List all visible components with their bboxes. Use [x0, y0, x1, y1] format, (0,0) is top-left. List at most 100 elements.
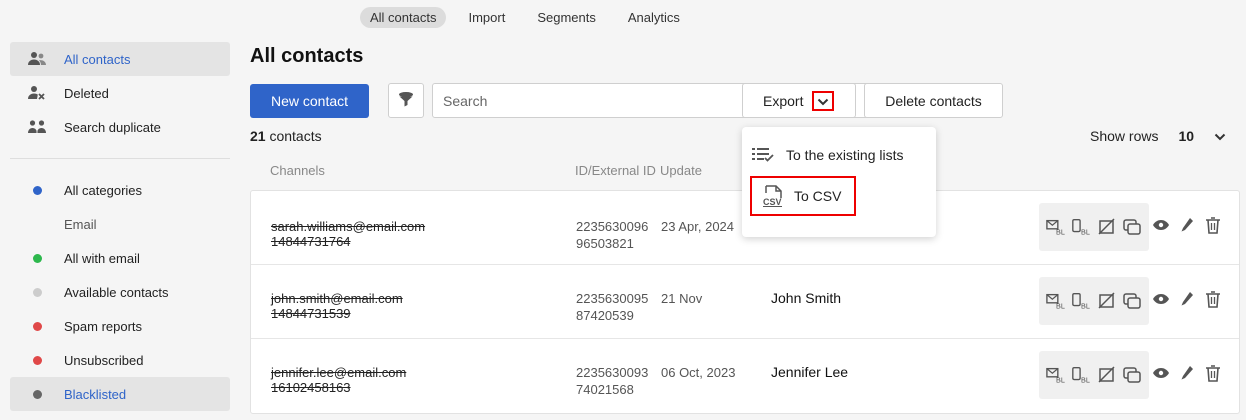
column-header-channels[interactable]: Channels	[270, 163, 325, 178]
row-actions	[1151, 289, 1223, 309]
contact-email: sarah.williams@email.com	[271, 219, 426, 234]
export-dropdown-toggle[interactable]	[812, 91, 834, 111]
list-check-icon	[752, 147, 774, 163]
chat-icon[interactable]	[1122, 291, 1142, 311]
contact-name[interactable]: Jennifer Lee	[771, 364, 848, 380]
sidebar-item-label: Unsubscribed	[64, 352, 144, 368]
row-actions	[1151, 363, 1223, 383]
sidebar-divider	[10, 158, 230, 159]
table-row[interactable]: john.smith@email.com 14844731539 2235630…	[251, 265, 1239, 339]
show-rows-select[interactable]: 10	[1178, 128, 1194, 144]
sidebar-section-email: Email	[64, 216, 97, 232]
tab-analytics[interactable]: Analytics	[618, 7, 690, 28]
viber-blocked-icon[interactable]	[1097, 291, 1117, 311]
viber-blocked-icon[interactable]	[1097, 217, 1117, 237]
contact-phone: 14844731764	[271, 234, 351, 249]
sidebar-item-label: Available contacts	[64, 284, 169, 300]
svg-text:BL: BL	[1081, 227, 1090, 236]
eye-icon[interactable]	[1151, 215, 1171, 235]
email-blacklist-icon[interactable]: BL	[1045, 291, 1066, 311]
duplicate-users-icon	[28, 119, 46, 135]
pencil-icon[interactable]	[1177, 363, 1197, 383]
viber-blocked-icon[interactable]	[1097, 365, 1117, 385]
trash-icon[interactable]	[1203, 215, 1223, 235]
row-actions	[1151, 215, 1223, 235]
contacts-count: 21 contacts	[250, 128, 322, 144]
contacts-count-number: 21	[250, 128, 266, 144]
tab-all-contacts[interactable]: All contacts	[360, 6, 447, 28]
sidebar-item-all-contacts[interactable]: All contacts	[10, 42, 230, 76]
email-blacklist-icon[interactable]: BL	[1045, 217, 1066, 237]
trash-icon[interactable]	[1203, 289, 1223, 309]
contact-email: john.smith@email.com	[271, 291, 403, 306]
contact-id: 2235630096	[576, 219, 649, 234]
contact-email: jennifer.lee@email.com	[271, 365, 407, 380]
tab-segments[interactable]: Segments	[527, 7, 606, 28]
contact-id: 2235630095	[576, 291, 649, 306]
email-blacklist-icon[interactable]: BL	[1045, 365, 1066, 385]
show-rows: Show rows 10	[1090, 128, 1226, 144]
export-to-existing-lists[interactable]: To the existing lists	[752, 147, 904, 163]
sidebar-item-blacklisted[interactable]: Blacklisted	[10, 377, 230, 411]
sidebar-item-spam-reports[interactable]: Spam reports	[10, 309, 230, 343]
channel-icons: BL BL	[1039, 277, 1149, 325]
contact-id: 2235630093	[576, 365, 649, 380]
tab-import[interactable]: Import	[458, 7, 515, 28]
csv-file-icon: CSV	[762, 185, 784, 207]
contact-external-id: 87420539	[576, 308, 634, 323]
column-header-update[interactable]: Update	[660, 163, 702, 178]
svg-text:BL: BL	[1081, 375, 1090, 384]
table-row[interactable]: jennifer.lee@email.com 16102458163 22356…	[251, 339, 1239, 413]
sidebar-item-label: All contacts	[64, 51, 131, 67]
pencil-icon[interactable]	[1177, 215, 1197, 235]
chat-icon[interactable]	[1122, 217, 1142, 237]
sidebar-item-deleted[interactable]: Deleted	[10, 76, 230, 110]
eye-icon[interactable]	[1151, 363, 1171, 383]
sidebar-item-unsubscribed[interactable]: Unsubscribed	[10, 343, 230, 377]
chevron-down-icon[interactable]	[1214, 128, 1226, 144]
sms-blacklist-icon[interactable]: BL	[1071, 365, 1091, 385]
sidebar-item-all-with-email[interactable]: All with email	[10, 241, 230, 275]
sidebar-item-available-contacts[interactable]: Available contacts	[10, 275, 230, 309]
sidebar-item-label: Search duplicate	[64, 119, 161, 135]
menu-item-label: To CSV	[794, 188, 842, 204]
contact-update-date: 21 Nov	[661, 291, 703, 306]
column-header-id[interactable]: ID/External ID	[575, 163, 656, 178]
top-nav: All contacts Import Segments Analytics	[360, 6, 690, 28]
users-icon	[28, 51, 46, 67]
sms-blacklist-icon[interactable]: BL	[1071, 217, 1091, 237]
new-contact-button[interactable]: New contact	[250, 84, 369, 118]
status-dot	[33, 253, 42, 263]
svg-text:BL: BL	[1056, 375, 1065, 384]
chat-icon[interactable]	[1122, 365, 1142, 385]
sidebar-item-all-categories[interactable]: All categories	[10, 173, 230, 207]
sidebar-item-label: Blacklisted	[64, 386, 127, 402]
menu-item-label: To the existing lists	[786, 147, 904, 163]
trash-icon[interactable]	[1203, 363, 1223, 383]
pencil-icon[interactable]	[1177, 289, 1197, 309]
export-button[interactable]: Export	[742, 83, 856, 118]
sms-blacklist-icon[interactable]: BL	[1071, 291, 1091, 311]
filter-icon	[398, 91, 414, 110]
sidebar-item-search-duplicate[interactable]: Search duplicate	[10, 110, 230, 144]
contact-phone: 16102458163	[271, 380, 351, 395]
user-x-icon	[28, 85, 46, 101]
status-dot	[33, 287, 42, 297]
filter-button[interactable]	[388, 83, 424, 118]
sidebar-item-label: All categories	[64, 182, 143, 198]
sidebar-item-label: All with email	[64, 250, 140, 266]
export-label: Export	[763, 92, 804, 109]
status-dot	[33, 355, 42, 365]
category-dot	[33, 185, 42, 195]
channel-icons: BL BL	[1039, 203, 1149, 251]
sidebar-item-label: Deleted	[64, 85, 109, 101]
status-dot	[33, 389, 42, 399]
contact-update-date: 23 Apr, 2024	[661, 219, 735, 234]
eye-icon[interactable]	[1151, 289, 1171, 309]
svg-text:BL: BL	[1056, 227, 1065, 236]
show-rows-label: Show rows	[1090, 128, 1159, 144]
export-to-csv[interactable]: CSV To CSV	[750, 176, 856, 216]
delete-contacts-button[interactable]: Delete contacts	[864, 83, 1003, 118]
contact-name[interactable]: John Smith	[771, 290, 841, 306]
chevron-down-icon	[817, 93, 829, 109]
